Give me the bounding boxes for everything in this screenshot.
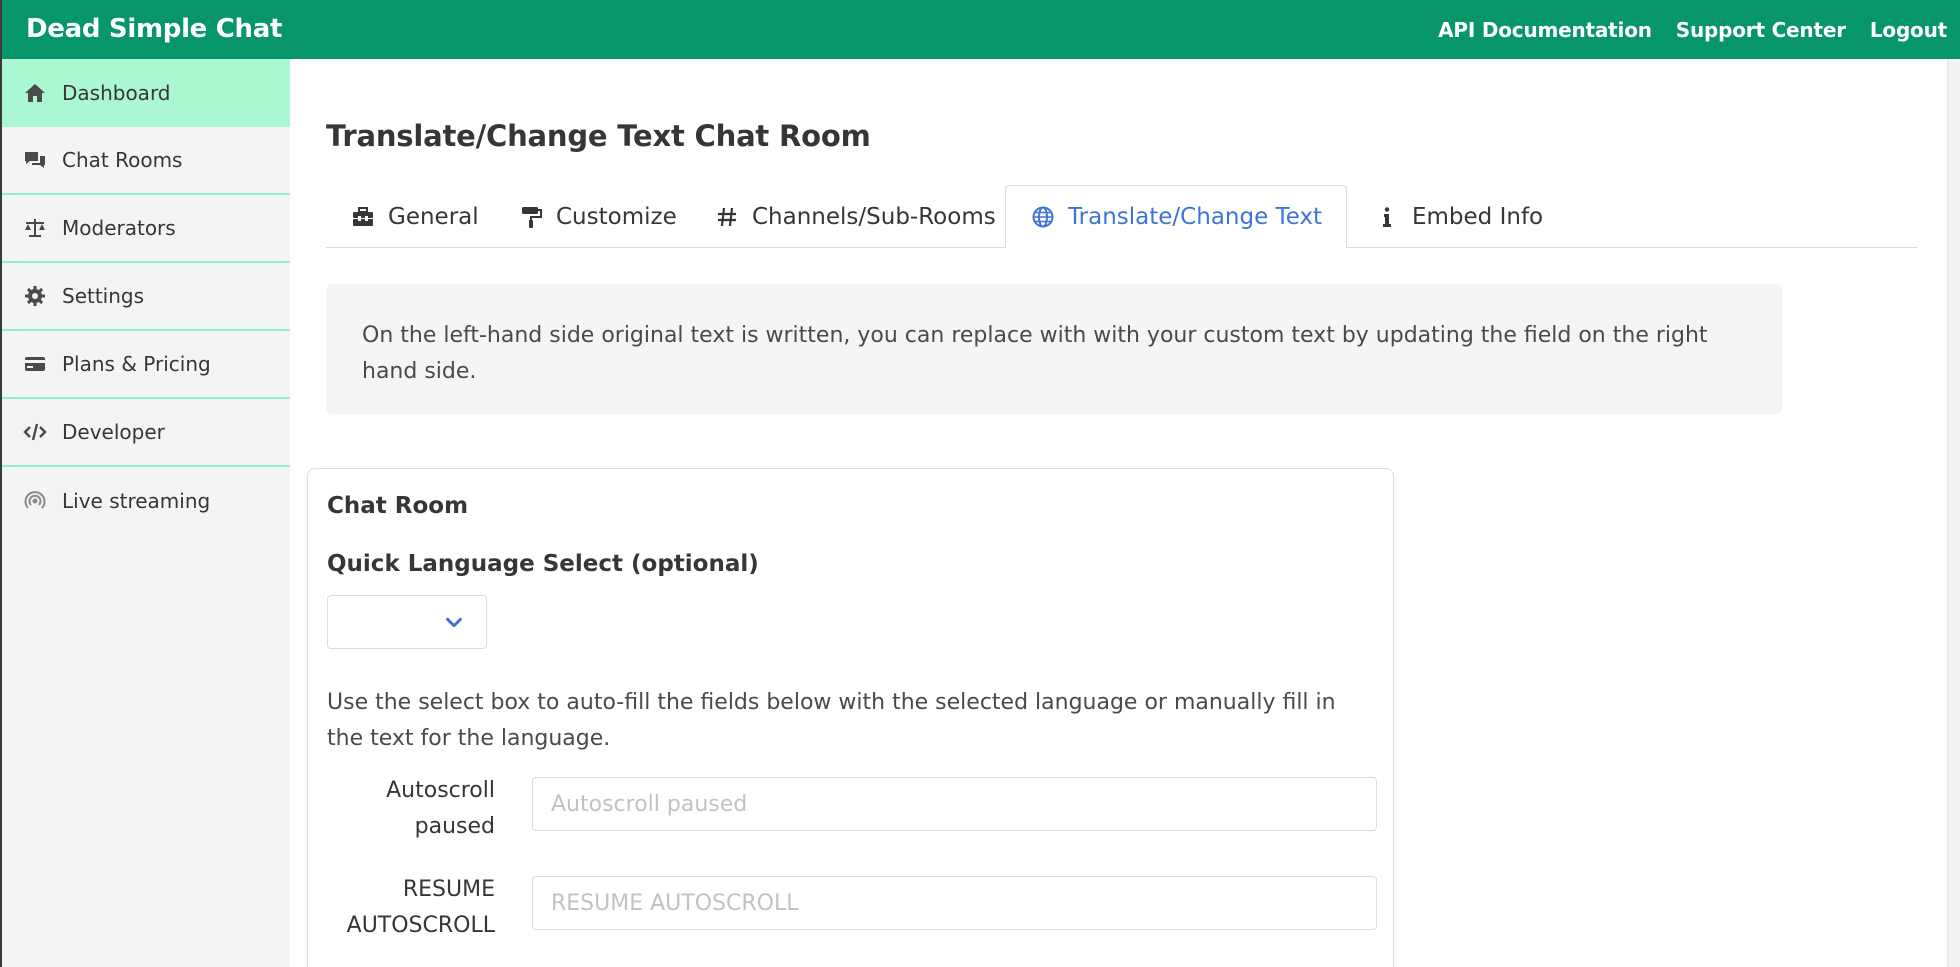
sidebar: Dashboard Chat Rooms Moderators Settings… — [0, 59, 290, 967]
sidebar-item-settings[interactable]: Settings — [0, 263, 290, 331]
tab-embed-info[interactable]: Embed Info — [1350, 185, 1567, 248]
top-navbar: Dead Simple Chat API Documentation Suppo… — [0, 0, 1960, 59]
sidebar-item-label: Live streaming — [62, 489, 211, 513]
top-links: API Documentation Support Center Logout — [1414, 0, 1947, 59]
page-title: Translate/Change Text Chat Room — [326, 119, 871, 153]
scrollbar[interactable] — [1947, 59, 1960, 967]
autoscroll-paused-input[interactable] — [532, 777, 1377, 831]
tab-label: Translate/Change Text — [1068, 204, 1323, 230]
paint-roller-icon — [518, 205, 544, 229]
sidebar-item-label: Chat Rooms — [62, 148, 183, 172]
toolbox-icon — [350, 205, 376, 229]
sidebar-item-moderators[interactable]: Moderators — [0, 195, 290, 263]
card-title: Chat Room — [327, 493, 469, 519]
chat-room-card: Chat Room Quick Language Select (optiona… — [307, 468, 1394, 967]
quick-language-label: Quick Language Select (optional) — [327, 551, 759, 577]
tab-customize[interactable]: Customize — [494, 185, 701, 248]
tab-general[interactable]: General — [326, 185, 503, 248]
tab-label: Channels/Sub-Rooms — [752, 203, 996, 230]
home-icon — [22, 81, 48, 105]
brand-logo[interactable]: Dead Simple Chat — [26, 0, 282, 59]
tab-bar: General Customize Channels/Sub-Rooms Tra… — [326, 185, 1918, 249]
support-center-link[interactable]: Support Center — [1676, 18, 1846, 42]
quick-language-select[interactable] — [327, 595, 487, 649]
sidebar-item-label: Dashboard — [62, 81, 171, 105]
sidebar-item-chat-rooms[interactable]: Chat Rooms — [0, 127, 290, 195]
sidebar-item-plans-pricing[interactable]: Plans & Pricing — [0, 331, 290, 399]
logout-link[interactable]: Logout — [1870, 18, 1947, 42]
sidebar-item-label: Moderators — [62, 216, 176, 240]
info-notice: On the left-hand side original text is w… — [326, 284, 1782, 414]
comments-icon — [22, 148, 48, 172]
chevron-down-icon — [442, 612, 466, 634]
sidebar-item-dashboard[interactable]: Dashboard — [0, 59, 290, 127]
info-icon — [1374, 205, 1400, 229]
tab-label: Customize — [556, 203, 677, 230]
sidebar-item-label: Settings — [62, 284, 145, 308]
tab-label: Embed Info — [1412, 203, 1544, 230]
sidebar-item-label: Developer — [62, 420, 165, 444]
sidebar-item-developer[interactable]: Developer — [0, 399, 290, 467]
tab-channels-sub-rooms[interactable]: Channels/Sub-Rooms — [690, 185, 1020, 248]
tab-label: General — [388, 203, 479, 230]
field-label: RESUME AUTOSCROLL — [346, 877, 495, 938]
code-icon — [22, 420, 48, 444]
window-edge — [0, 0, 2, 967]
globe-icon — [1030, 205, 1056, 229]
gear-icon — [22, 284, 48, 308]
field-label: Autoscroll paused — [386, 778, 495, 839]
sidebar-item-live-streaming[interactable]: Live streaming — [0, 467, 290, 535]
tab-translate-change-text[interactable]: Translate/Change Text — [1005, 185, 1348, 249]
api-documentation-link[interactable]: API Documentation — [1438, 18, 1652, 42]
resume-autoscroll-input[interactable] — [532, 876, 1377, 930]
sidebar-item-label: Plans & Pricing — [62, 352, 211, 376]
balance-scale-icon — [22, 216, 48, 240]
broadcast-icon — [22, 489, 48, 513]
credit-card-icon — [22, 352, 48, 376]
hashtag-icon — [714, 205, 740, 229]
help-text: Use the select box to auto-fill the fiel… — [327, 690, 1336, 751]
